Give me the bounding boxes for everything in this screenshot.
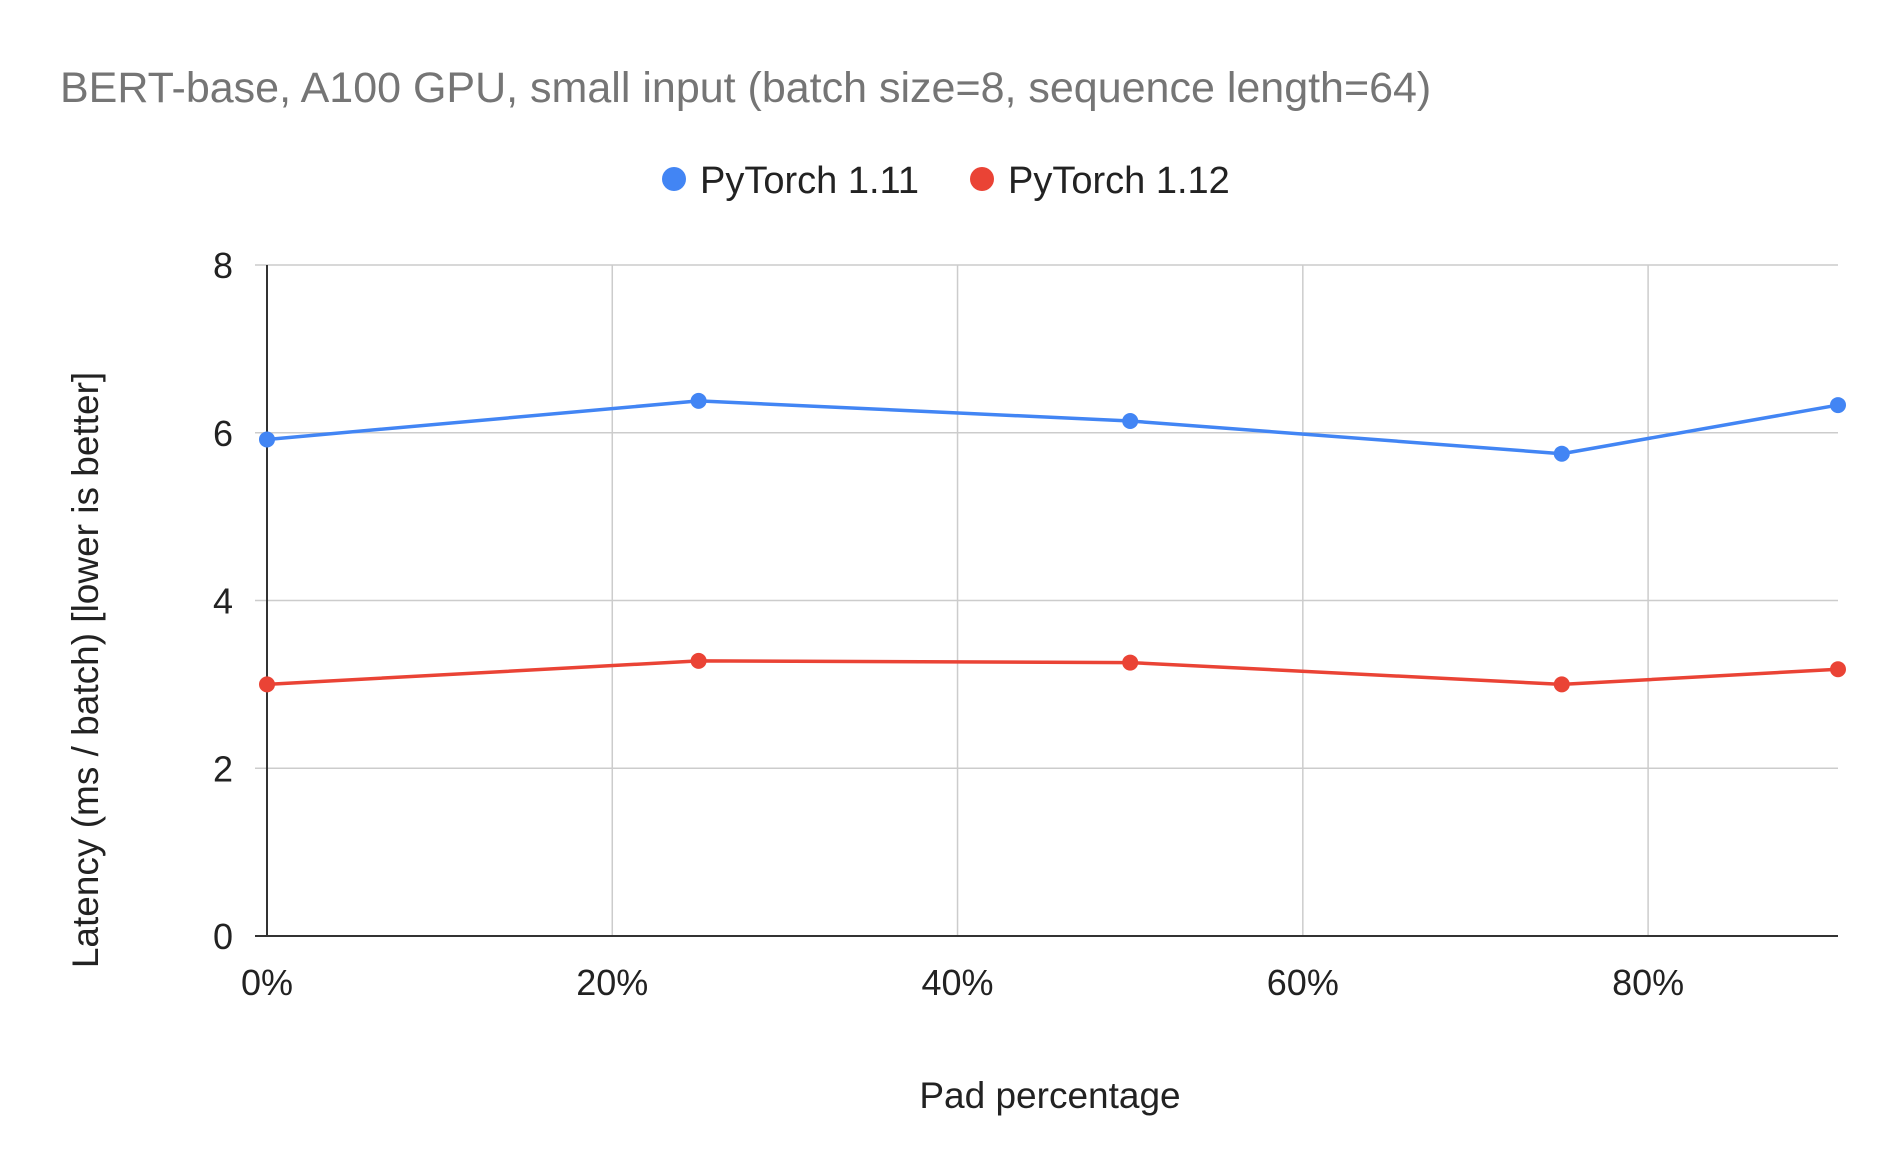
gridlines: [255, 264, 1838, 936]
y-axis-label: Latency (ms / batch) [lower is better]: [65, 372, 106, 968]
y-tick-label: 8: [213, 245, 233, 286]
y-tick-label: 6: [213, 413, 233, 454]
y-tick-label: 2: [213, 748, 233, 789]
series-0-point[interactable]: [1830, 397, 1846, 414]
y-tick-labels: 0 2 4 6 8: [213, 245, 233, 957]
y-tick-label: 4: [213, 581, 233, 622]
legend: PyTorch 1.11 PyTorch 1.12: [662, 160, 1230, 202]
legend-item-0[interactable]: PyTorch 1.11: [662, 160, 919, 202]
series-1-point[interactable]: [690, 652, 707, 669]
legend-swatch-1: [970, 167, 994, 191]
series-1-point[interactable]: [1553, 676, 1570, 693]
series-0-point[interactable]: [690, 392, 707, 409]
series-1-point[interactable]: [259, 676, 275, 693]
legend-label-1: PyTorch 1.12: [1008, 160, 1230, 202]
x-tick-label: 60%: [1267, 962, 1339, 1003]
series-line-1: [266, 659, 1839, 687]
x-tick-labels: 0% 20% 40% 60% 80%: [241, 962, 1684, 1003]
series-0-point[interactable]: [1122, 413, 1139, 430]
chart-title: BERT-base, A100 GPU, small input (batch …: [60, 64, 1431, 112]
x-tick-label: 40%: [922, 962, 994, 1003]
legend-label-0: PyTorch 1.11: [700, 160, 919, 202]
series-line-0: [266, 399, 1839, 456]
x-tick-label: 80%: [1612, 962, 1684, 1003]
x-axis-label: Pad percentage: [919, 1075, 1180, 1116]
x-tick-label: 20%: [576, 962, 648, 1003]
legend-item-1[interactable]: PyTorch 1.12: [970, 160, 1230, 202]
x-tick-label: 0%: [241, 962, 293, 1003]
legend-swatch-0: [662, 167, 686, 191]
series-0-point[interactable]: [1553, 445, 1570, 462]
series-0-point[interactable]: [259, 431, 275, 448]
series-group: [259, 392, 1846, 693]
line-chart: BERT-base, A100 GPU, small input (batch …: [60, 64, 1846, 1116]
series-1-point[interactable]: [1830, 661, 1846, 678]
y-tick-label: 0: [213, 916, 233, 957]
series-1-point[interactable]: [1122, 654, 1139, 671]
